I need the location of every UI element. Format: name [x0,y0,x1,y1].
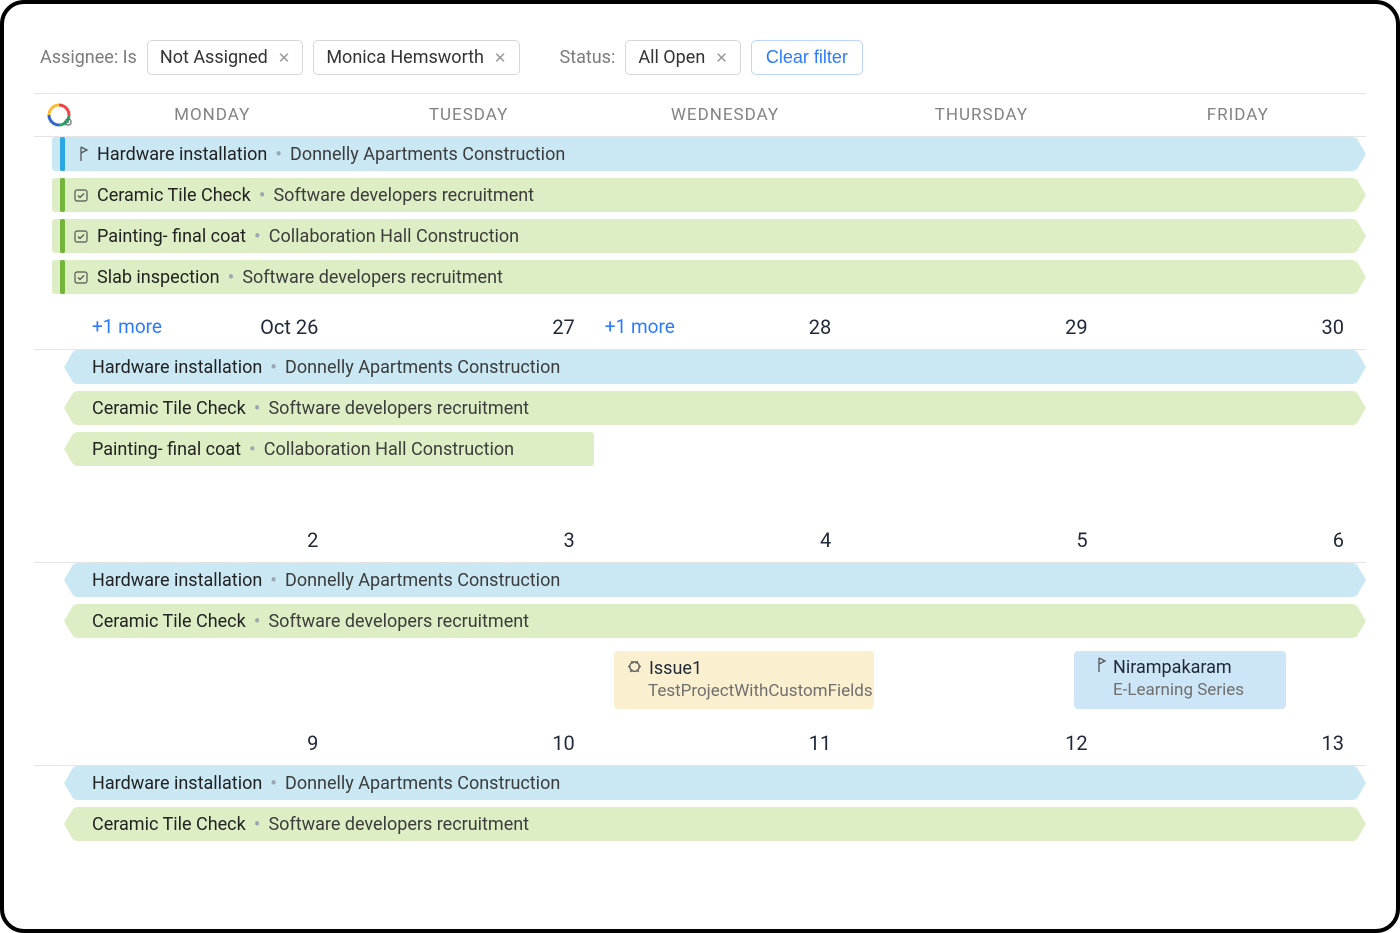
event-project: Donnelly Apartments Construction [285,570,560,591]
event-project: Donnelly Apartments Construction [285,773,560,794]
day-header-wednesday: WEDNESDAY [597,94,853,136]
date-number: 27 [552,315,574,339]
date-number: 5 [1076,528,1087,552]
event-bar[interactable]: Hardware installation • Donnelly Apartme… [52,137,1356,171]
chip-label: Monica Hemsworth [326,47,484,68]
event-color-edge [60,137,65,171]
date-number: 4 [820,528,831,552]
status-chip-all-open[interactable]: All Open ✕ [625,40,741,75]
event-title: Ceramic Tile Check [92,814,246,835]
event-bar[interactable]: Painting- final coat • Collaboration Hal… [52,219,1356,253]
event-bar[interactable]: Ceramic Tile Check • Software developers… [74,604,1356,638]
calendar-week-row: Hardware installation • Donnelly Apartme… [34,350,1366,563]
milestone-icon [1091,657,1107,678]
date-number: 3 [564,528,575,552]
date-number: 13 [1322,731,1344,755]
assignee-chip-monica[interactable]: Monica Hemsworth ✕ [313,40,519,75]
more-events-link[interactable]: +1 more [605,315,675,339]
event-color-edge [1074,651,1079,709]
date-number: 10 [552,731,574,755]
calendar-week-row: Hardware installation • Donnelly Apartme… [34,563,1366,766]
day-header-tuesday: TUESDAY [340,94,596,136]
date-number: 28 [809,315,831,339]
event-title: Issue1 [649,658,702,679]
calendar-week-row: Hardware installation • Donnelly Apartme… [34,766,1366,856]
calendar-body: Hardware installation • Donnelly Apartme… [34,137,1366,856]
date-number: 6 [1333,528,1344,552]
date-number: 9 [307,731,318,755]
event-bar[interactable]: Hardware installation • Donnelly Apartme… [74,766,1356,800]
day-header-thursday: THURSDAY [853,94,1109,136]
task-icon [73,228,89,244]
event-bar[interactable]: Ceramic Tile Check • Software developers… [74,807,1356,841]
event-color-edge [60,219,65,253]
calendar-header-row: ⚙ MONDAY TUESDAY WEDNESDAY THURSDAY FRID… [34,93,1366,137]
event-project: Collaboration Hall Construction [269,226,519,247]
event-project: Collaboration Hall Construction [264,439,514,460]
date-number: 11 [809,731,831,755]
event-project: TestProjectWithCustomFields [626,681,873,701]
event-title: Slab inspection [97,267,220,288]
event-color-edge [60,260,65,294]
event-title: Nirampakaram [1113,657,1232,678]
date-number: Oct 26 [260,315,318,339]
event-project: Donnelly Apartments Construction [285,357,560,378]
day-header-monday: MONDAY [84,94,340,136]
event-project: Software developers recruitment [268,398,529,419]
task-icon [73,269,89,285]
event-bar[interactable]: Hardware installation • Donnelly Apartme… [74,563,1356,597]
event-card[interactable]: Issue1 TestProjectWithCustomFields [614,651,874,709]
task-icon [73,187,89,203]
remove-chip-icon[interactable]: ✕ [278,49,291,67]
calendar-week-row: Hardware installation • Donnelly Apartme… [34,137,1366,350]
event-project: Software developers recruitment [273,185,534,206]
event-bar[interactable]: Slab inspection • Software developers re… [52,260,1356,294]
more-events-link[interactable]: +1 more [92,315,162,339]
date-number-row: +1 more Oct 26 27 +1 more 28 29 30 [34,307,1366,349]
event-bar[interactable]: Painting- final coat • Collaboration Hal… [74,432,594,466]
date-number-row: 2 3 4 5 6 [34,520,1366,562]
date-number: 2 [307,528,318,552]
event-project: Donnelly Apartments Construction [290,144,565,165]
event-title: Hardware installation [92,773,262,794]
event-title: Ceramic Tile Check [97,185,251,206]
day-header-friday: FRIDAY [1110,94,1366,136]
date-number: 29 [1065,315,1087,339]
event-project: Software developers recruitment [268,814,529,835]
event-title: Ceramic Tile Check [92,611,246,632]
remove-chip-icon[interactable]: ✕ [715,49,728,67]
chip-label: Not Assigned [160,47,268,68]
assignee-filter-label: Assignee: Is [40,47,137,68]
date-number: 30 [1322,315,1344,339]
event-title: Painting- final coat [97,226,246,247]
settings-icon[interactable]: ⚙ [34,94,84,136]
event-project: Software developers recruitment [268,611,529,632]
event-title: Hardware installation [92,570,262,591]
clear-filter-button[interactable]: Clear filter [751,40,863,75]
filter-bar: Assignee: Is Not Assigned ✕ Monica Hemsw… [34,26,1366,93]
date-number-row: 9 10 11 12 13 [34,723,1366,765]
event-bar[interactable]: Ceramic Tile Check • Software developers… [74,391,1356,425]
event-title: Hardware installation [97,144,267,165]
event-project: Software developers recruitment [242,267,503,288]
bug-icon [626,657,643,679]
event-card[interactable]: Nirampakaram E-Learning Series [1074,651,1286,709]
event-title: Ceramic Tile Check [92,398,246,419]
status-filter-label: Status: [560,47,616,68]
event-bar[interactable]: Ceramic Tile Check • Software developers… [52,178,1356,212]
assignee-chip-not-assigned[interactable]: Not Assigned ✕ [147,40,303,75]
chip-label: All Open [638,47,705,68]
event-bar[interactable]: Hardware installation • Donnelly Apartme… [74,350,1356,384]
remove-chip-icon[interactable]: ✕ [494,49,507,67]
event-title: Painting- final coat [92,439,241,460]
event-color-edge [60,178,65,212]
date-number: 12 [1065,731,1087,755]
event-project: E-Learning Series [1091,680,1244,700]
milestone-icon [73,146,89,162]
event-title: Hardware installation [92,357,262,378]
